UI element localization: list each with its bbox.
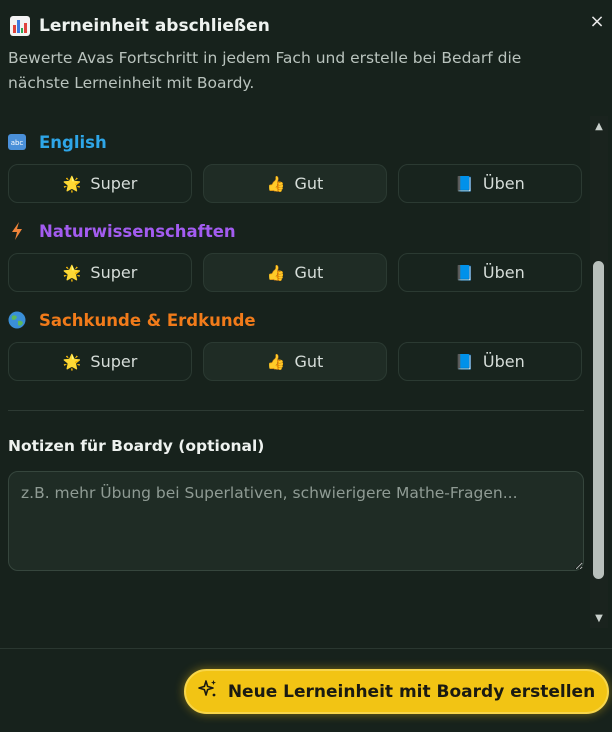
rating-ueben-button[interactable]: 📘 Üben (398, 164, 582, 203)
scroll-down-icon[interactable]: ▼ (593, 612, 605, 624)
rating-super-button[interactable]: 🌟 Super (8, 342, 192, 381)
star-icon: 🌟 (62, 263, 82, 282)
star-icon: 🌟 (62, 352, 82, 371)
rating-label: Üben (482, 352, 525, 371)
dialog-subtitle: Bewerte Avas Fortschritt in jedem Fach u… (8, 49, 522, 92)
scroll-up-icon[interactable]: ▲ (593, 120, 605, 132)
svg-text:abc: abc (11, 139, 24, 147)
star-icon: 🌟 (62, 174, 82, 193)
scroll-content[interactable]: abc English 🌟 Super 👍 Gut 📘 Üben Naturwi… (0, 114, 590, 628)
sparkle-icon (198, 679, 218, 704)
book-icon: 📘 (455, 174, 474, 193)
subject-sachkunde-erdkunde: Sachkunde & Erdkunde 🌟 Super 👍 Gut 📘 Übe… (8, 308, 584, 381)
book-icon: 📘 (455, 352, 474, 371)
rating-label: Super (90, 352, 138, 371)
notes-label: Notizen für Boardy (optional) (8, 437, 265, 455)
rating-label: Super (90, 263, 138, 282)
lightning-icon (8, 222, 26, 240)
rating-label: Üben (482, 174, 525, 193)
create-lesson-button[interactable]: Neue Lerneinheit mit Boardy erstellen (184, 669, 609, 714)
rating-label: Gut (294, 263, 324, 282)
thumbs-up-icon: 👍 (266, 263, 286, 282)
rating-label: Gut (294, 352, 324, 371)
thumbs-up-icon: 👍 (266, 352, 286, 371)
subject-header: Sachkunde & Erdkunde (8, 308, 584, 332)
rating-ueben-button[interactable]: 📘 Üben (398, 342, 582, 381)
section-divider (8, 410, 584, 411)
subject-name: English (39, 132, 107, 152)
rating-super-button[interactable]: 🌟 Super (8, 253, 192, 292)
rating-ueben-button[interactable]: 📘 Üben (398, 253, 582, 292)
globe-icon (8, 311, 26, 329)
rating-label: Üben (482, 263, 525, 282)
subject-header: abc English (8, 130, 584, 154)
rating-gut-button[interactable]: 👍 Gut (203, 164, 387, 203)
rating-row: 🌟 Super 👍 Gut 📘 Üben (8, 164, 584, 203)
rating-row: 🌟 Super 👍 Gut 📘 Üben (8, 342, 584, 381)
dialog-header: Lerneinheit abschließen (10, 12, 612, 40)
notes-textarea[interactable] (8, 471, 584, 571)
close-button[interactable]: × (586, 10, 608, 32)
subject-english: abc English 🌟 Super 👍 Gut 📘 Üben (8, 130, 584, 203)
book-icon: 📘 (455, 263, 474, 282)
scrollbar-thumb[interactable] (593, 261, 604, 579)
create-lesson-label: Neue Lerneinheit mit Boardy erstellen (227, 681, 596, 702)
rating-row: 🌟 Super 👍 Gut 📘 Üben (8, 253, 584, 292)
bar-chart-icon (10, 16, 30, 36)
rating-label: Super (90, 174, 138, 193)
vertical-scrollbar[interactable]: ▲ ▼ (590, 116, 608, 628)
rating-gut-button[interactable]: 👍 Gut (203, 342, 387, 381)
subject-name: Sachkunde & Erdkunde (39, 310, 256, 330)
thumbs-up-icon: 👍 (266, 174, 286, 193)
subject-naturwissenschaften: Naturwissenschaften 🌟 Super 👍 Gut 📘 Üben (8, 219, 584, 292)
rating-super-button[interactable]: 🌟 Super (8, 164, 192, 203)
dialog-title: Lerneinheit abschließen (39, 16, 270, 36)
abc-icon: abc (8, 133, 26, 151)
rating-gut-button[interactable]: 👍 Gut (203, 253, 387, 292)
subject-name: Naturwissenschaften (39, 221, 236, 241)
rating-label: Gut (294, 174, 324, 193)
footer-divider (0, 648, 612, 649)
complete-lesson-dialog: Lerneinheit abschließen × Bewerte Avas F… (0, 0, 612, 732)
subject-header: Naturwissenschaften (8, 219, 584, 243)
